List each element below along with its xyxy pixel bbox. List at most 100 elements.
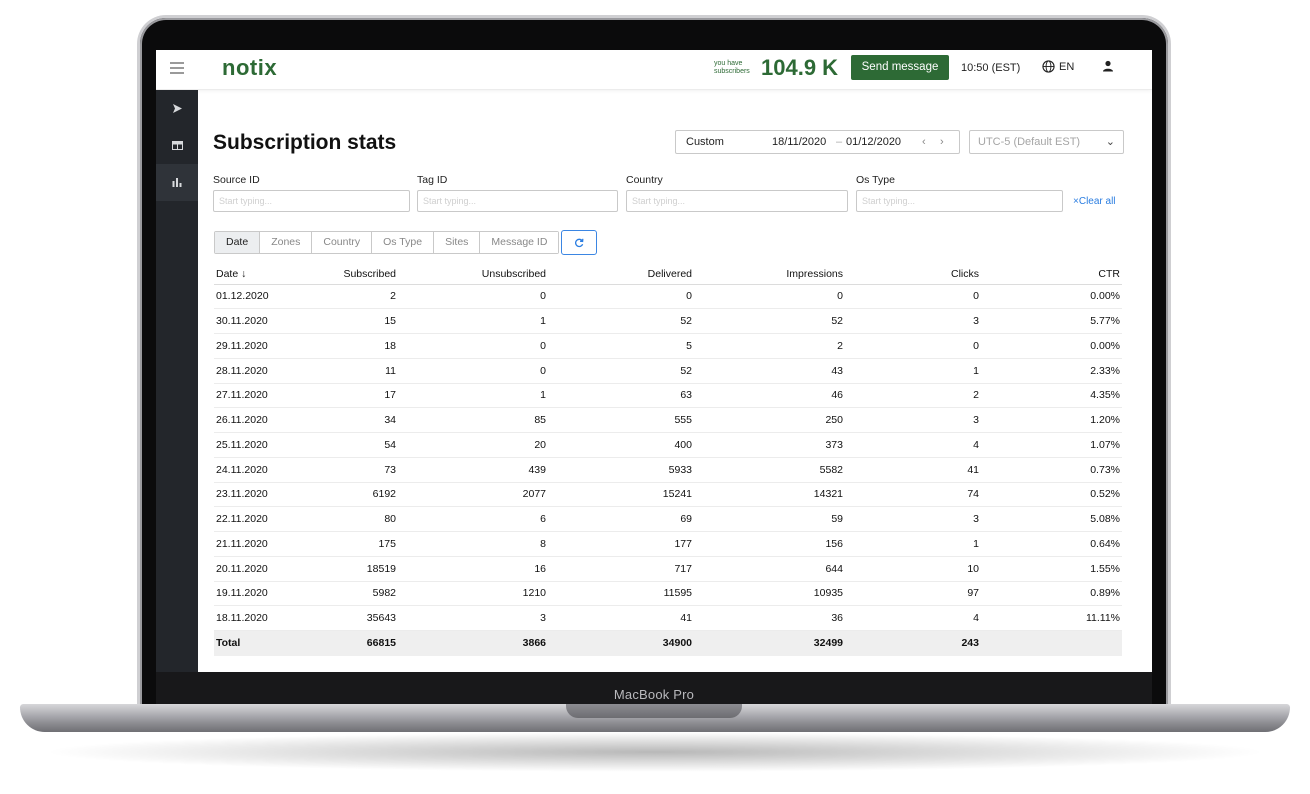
- tab-sites[interactable]: Sites: [434, 232, 481, 253]
- table-row: 20.11.2020 18519 16 717 644 10 1.55%: [214, 556, 1122, 582]
- table-cell: 46: [694, 383, 845, 409]
- table-cell: 23.11.2020: [214, 482, 274, 508]
- table-cell: 10935: [694, 581, 845, 607]
- tab-country[interactable]: Country: [312, 232, 373, 253]
- table-row: 21.11.2020 175 8 177 156 1 0.64%: [214, 531, 1122, 557]
- table-total-row: Total 66815 3866 34900 32499 243: [214, 630, 1122, 656]
- date-preset[interactable]: Custom: [686, 136, 724, 148]
- table-cell: 6: [398, 506, 548, 532]
- table-cell: 22.11.2020: [214, 506, 274, 532]
- clear-all-label: Clear all: [1078, 196, 1116, 207]
- menu-icon[interactable]: [170, 62, 184, 74]
- table-cell: 52: [548, 308, 694, 334]
- table-row: 01.12.2020 2 0 0 0 0 0.00%: [214, 284, 1122, 310]
- table-cell: 15: [274, 308, 398, 334]
- nav-item-stats[interactable]: [156, 164, 198, 201]
- total-cell: 3866: [398, 630, 548, 656]
- table-cell: 4: [845, 432, 981, 458]
- refresh-button[interactable]: [561, 230, 597, 255]
- tab-date[interactable]: Date: [215, 232, 261, 253]
- table-cell: 0: [548, 284, 694, 310]
- table-cell: 19.11.2020: [214, 581, 274, 607]
- table-cell: 18.11.2020: [214, 605, 274, 631]
- date-to[interactable]: 01/12/2020: [846, 136, 901, 148]
- nav-item-messages[interactable]: [156, 90, 198, 127]
- column-header-impressions[interactable]: Impressions: [694, 264, 845, 285]
- source-id-label: Source ID: [213, 174, 260, 186]
- chevron-left-icon[interactable]: ‹: [922, 136, 926, 148]
- laptop-notch: [566, 704, 742, 718]
- table-cell: 0: [398, 358, 548, 384]
- table-cell: 36: [694, 605, 845, 631]
- column-header-delivered[interactable]: Delivered: [548, 264, 694, 285]
- table-cell: 52: [694, 308, 845, 334]
- device-label: MacBook Pro: [156, 672, 1152, 706]
- table-cell: 11595: [548, 581, 694, 607]
- table-cell: 8: [398, 531, 548, 557]
- column-header-unsubscribed[interactable]: Unsubscribed: [398, 264, 548, 285]
- table-cell: 0: [694, 284, 845, 310]
- table-cell: 373: [694, 432, 845, 458]
- language-selector[interactable]: EN: [1042, 60, 1074, 73]
- table-cell: 24.11.2020: [214, 457, 274, 483]
- table-cell: 0: [845, 333, 981, 359]
- table-cell: 11: [274, 358, 398, 384]
- timezone-select[interactable]: UTC-5 (Default EST) ⌄: [969, 130, 1124, 154]
- table-cell: 5982: [274, 581, 398, 607]
- table-cell: 439: [398, 457, 548, 483]
- table-cell: 2: [274, 284, 398, 310]
- table-cell: 35643: [274, 605, 398, 631]
- chevron-down-icon: ⌄: [1105, 136, 1115, 148]
- table-cell: 69: [548, 506, 694, 532]
- table-cell: 43: [694, 358, 845, 384]
- nav-item-sites[interactable]: [156, 127, 198, 164]
- table-cell: 5.08%: [981, 506, 1122, 532]
- table-cell: 156: [694, 531, 845, 557]
- table-cell: 400: [548, 432, 694, 458]
- table-cell: 5582: [694, 457, 845, 483]
- table-cell: 555: [548, 407, 694, 433]
- table-cell: 1.20%: [981, 407, 1122, 433]
- column-header-ctr[interactable]: CTR: [981, 264, 1122, 285]
- table-row: 22.11.2020 80 6 69 59 3 5.08%: [214, 506, 1122, 532]
- user-icon[interactable]: [1102, 60, 1114, 72]
- table-cell: 644: [694, 556, 845, 582]
- column-header-subscribed[interactable]: Subscribed: [274, 264, 398, 285]
- table-cell: 1.55%: [981, 556, 1122, 582]
- send-message-button[interactable]: Send message: [851, 55, 949, 80]
- table-cell: 0.89%: [981, 581, 1122, 607]
- table-cell: 5.77%: [981, 308, 1122, 334]
- laptop-shadow: [40, 732, 1270, 772]
- date-separator: –: [836, 136, 843, 148]
- tab-message-id[interactable]: Message ID: [480, 232, 559, 253]
- table-cell: 17: [274, 383, 398, 409]
- table-row: 26.11.2020 34 85 555 250 3 1.20%: [214, 407, 1122, 433]
- date-from[interactable]: 18/11/2020: [772, 136, 826, 148]
- table-cell: 3: [845, 308, 981, 334]
- main-content: Subscription stats Custom 18/11/2020 – 0…: [198, 90, 1152, 672]
- date-range-picker[interactable]: Custom 18/11/2020 – 01/12/2020 ‹ ›: [675, 130, 960, 154]
- send-icon: [172, 104, 182, 113]
- table-cell: 16: [398, 556, 548, 582]
- tag-id-input[interactable]: [417, 190, 618, 212]
- source-id-input[interactable]: [213, 190, 410, 212]
- table-cell: 0.73%: [981, 457, 1122, 483]
- total-cell: [981, 630, 1122, 656]
- column-header-date[interactable]: Date ↓: [214, 264, 274, 285]
- clear-all-link[interactable]: ×Clear all: [1073, 196, 1116, 207]
- chevron-right-icon[interactable]: ›: [940, 136, 944, 148]
- country-label: Country: [626, 174, 663, 186]
- tab-os-type[interactable]: Os Type: [372, 232, 435, 253]
- table-cell: 0.00%: [981, 284, 1122, 310]
- tab-zones[interactable]: Zones: [260, 232, 313, 253]
- column-header-clicks[interactable]: Clicks: [845, 264, 981, 285]
- table-cell: 63: [548, 383, 694, 409]
- country-input[interactable]: [626, 190, 848, 212]
- os-type-input[interactable]: [856, 190, 1063, 212]
- table-cell: 5933: [548, 457, 694, 483]
- side-nav: [156, 90, 198, 672]
- table-row: 27.11.2020 17 1 63 46 2 4.35%: [214, 383, 1122, 409]
- logo: notix: [222, 55, 278, 80]
- table-row: 28.11.2020 11 0 52 43 1 2.33%: [214, 358, 1122, 384]
- top-bar: notix you have subscribers 104.9 K Send …: [156, 50, 1152, 90]
